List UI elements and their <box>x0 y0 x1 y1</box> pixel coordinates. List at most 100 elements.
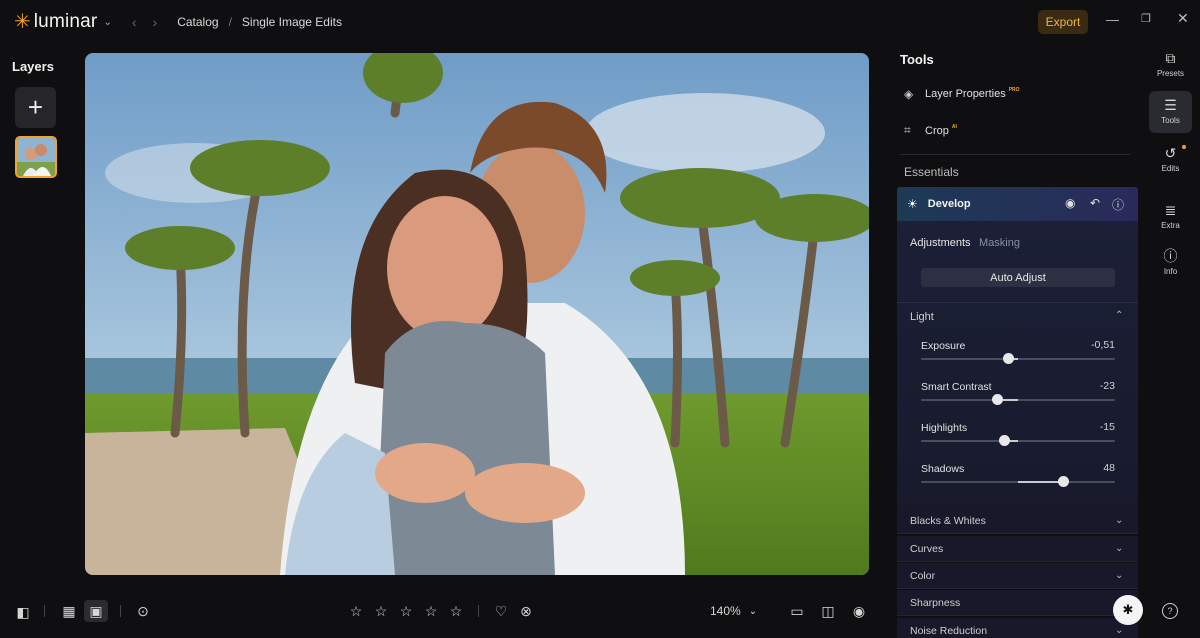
section-label: Sharpness <box>910 596 961 609</box>
section-label: Color <box>910 569 936 582</box>
chevron-up-icon[interactable]: ⌃ <box>1115 310 1123 321</box>
section-label: Noise Reduction <box>910 624 988 637</box>
light-section-title[interactable]: Light <box>910 311 934 323</box>
develop-header[interactable]: ☀ Develop ◉ ↶ ⓘ <box>897 187 1138 221</box>
chat-assistant-button[interactable]: ✱ <box>1113 595 1143 625</box>
zoom-level[interactable]: 140% ⌄ <box>710 603 757 619</box>
top-bar: ✳ luminar ⌄ ‹ › Catalog / Single Image E… <box>0 0 1200 44</box>
section-label: Blacks & Whites <box>910 514 986 527</box>
reject-icon[interactable]: ⊗ <box>516 601 536 621</box>
slider-thumb[interactable] <box>999 435 1011 446</box>
slider-track[interactable] <box>921 476 1115 487</box>
slider-value[interactable]: 48 <box>1103 462 1115 474</box>
grid-view-icon[interactable]: ▦ <box>58 600 80 622</box>
tools-title: Tools <box>900 52 934 67</box>
compare-screen-icon[interactable]: ▭ <box>787 601 807 621</box>
rating-star-4-icon[interactable]: ☆ <box>421 601 441 621</box>
before-after-icon[interactable]: ◫ <box>818 601 838 621</box>
more-options-icon[interactable]: ⊙ <box>133 601 153 621</box>
forward-arrow-icon[interactable]: › <box>153 14 158 30</box>
chevron-down-icon: ⌄ <box>1115 570 1124 581</box>
rail-label: Edits <box>1161 164 1180 173</box>
slider-track[interactable] <box>921 435 1115 446</box>
slider-thumb[interactable] <box>1057 476 1069 487</box>
crop-tool[interactable]: ⌗ Crop AI <box>904 123 957 138</box>
rating-star-3-icon[interactable]: ☆ <box>396 601 416 621</box>
sun-icon: ☀ <box>907 197 918 211</box>
help-button[interactable]: ? <box>1162 603 1178 619</box>
favorite-heart-icon[interactable]: ♡ <box>491 601 511 621</box>
auto-adjust-button[interactable]: Auto Adjust <box>921 268 1115 287</box>
chevron-down-icon: ⌄ <box>1115 515 1124 526</box>
slider-value[interactable]: -15 <box>1100 421 1115 433</box>
section-noise-reduction[interactable]: Noise Reduction ⌄ <box>897 618 1138 638</box>
tab-adjustments[interactable]: Adjustments <box>910 237 971 249</box>
section-blacks-whites[interactable]: Blacks & Whites ⌄ <box>897 508 1138 534</box>
back-arrow-icon[interactable]: ‹ <box>132 14 137 30</box>
visibility-eye-icon[interactable]: ◉ <box>1065 196 1075 210</box>
plus-icon: + <box>27 92 44 122</box>
rail-label: Info <box>1163 267 1178 276</box>
breadcrumb-current[interactable]: Single Image Edits <box>242 15 342 29</box>
single-view-icon[interactable]: ▣ <box>84 600 108 622</box>
slider-label: Shadows <box>921 463 965 475</box>
develop-panel: ☀ Develop ◉ ↶ ⓘ Adjustments Masking Auto… <box>897 187 1138 508</box>
minimize-icon[interactable]: — <box>1106 12 1119 27</box>
slider-value[interactable]: -23 <box>1100 380 1115 392</box>
preview-eye-icon[interactable]: ◉ <box>849 601 869 621</box>
section-label: Curves <box>910 542 944 555</box>
edited-photo <box>85 53 869 575</box>
chevron-down-icon: ⌄ <box>1115 543 1124 554</box>
layer-properties-label: Layer Properties <box>925 88 1006 100</box>
rail-extra[interactable]: ≣ Extra <box>1149 202 1192 238</box>
layer-thumbnail[interactable] <box>15 136 57 178</box>
tools-panel: Tools ◈ Layer Properties PRO ⌗ Crop AI E… <box>890 44 1148 638</box>
slider-track[interactable] <box>921 394 1115 405</box>
slider-thumb[interactable] <box>991 394 1003 405</box>
breadcrumb-separator: / <box>228 15 232 29</box>
rating-star-2-icon[interactable]: ☆ <box>371 601 391 621</box>
tab-masking[interactable]: Masking <box>979 237 1020 249</box>
pro-badge: PRO <box>1008 87 1020 93</box>
luminar-star-icon: ✳ <box>14 11 31 33</box>
divider <box>900 154 1130 155</box>
history-icon: ↺ <box>1164 145 1177 161</box>
section-curves[interactable]: Curves ⌄ <box>897 536 1138 562</box>
slider-label: Exposure <box>921 340 966 352</box>
rail-label: Tools <box>1161 116 1180 125</box>
info-icon[interactable]: ⓘ <box>1112 196 1124 213</box>
section-sharpness[interactable]: Sharpness⌄ <box>897 590 1138 616</box>
slider-label: Smart Contrast <box>921 381 992 393</box>
add-layer-button[interactable]: + <box>15 87 56 128</box>
slider-fill <box>1018 481 1063 483</box>
close-icon[interactable]: ✕ <box>1177 10 1189 27</box>
export-button[interactable]: Export <box>1038 10 1088 34</box>
chevron-down-icon: ⌄ <box>103 16 112 28</box>
slider-thumb[interactable] <box>1003 353 1015 364</box>
app-logo[interactable]: ✳ luminar ⌄ <box>14 11 112 33</box>
rail-tools[interactable]: ☰ Tools <box>1149 91 1192 133</box>
photo-canvas[interactable] <box>85 53 869 575</box>
crop-label: Crop <box>925 124 949 137</box>
rating-star-5-icon[interactable]: ☆ <box>446 601 466 621</box>
toggle-sidebar-icon[interactable]: ◧ <box>13 602 33 622</box>
rating-star-1-icon[interactable]: ☆ <box>346 601 366 621</box>
presets-icon: ⧉ <box>1165 50 1176 66</box>
rail-label: Extra <box>1161 221 1180 230</box>
rail-edits[interactable]: ↺ Edits <box>1149 145 1192 181</box>
chevron-down-icon: ⌄ <box>1115 625 1124 636</box>
layer-thumbnail-image <box>17 138 55 176</box>
breadcrumb-catalog[interactable]: Catalog <box>177 15 218 29</box>
layer-properties-tool[interactable]: ◈ Layer Properties PRO <box>904 87 1020 101</box>
rail-info[interactable]: ⓘ Info <box>1149 248 1192 284</box>
rail-presets[interactable]: ⧉ Presets <box>1149 50 1192 86</box>
reset-undo-icon[interactable]: ↶ <box>1090 196 1100 210</box>
maximize-icon[interactable]: ❐ <box>1141 12 1151 25</box>
list-icon: ≣ <box>1164 202 1177 218</box>
layers-stack-icon: ◈ <box>904 87 914 101</box>
info-icon: ⓘ <box>1163 248 1178 264</box>
slider-value[interactable]: -0,51 <box>1091 339 1115 351</box>
section-color[interactable]: Color ⌄ <box>897 563 1138 589</box>
divider <box>897 302 1138 303</box>
slider-track[interactable] <box>921 353 1115 364</box>
